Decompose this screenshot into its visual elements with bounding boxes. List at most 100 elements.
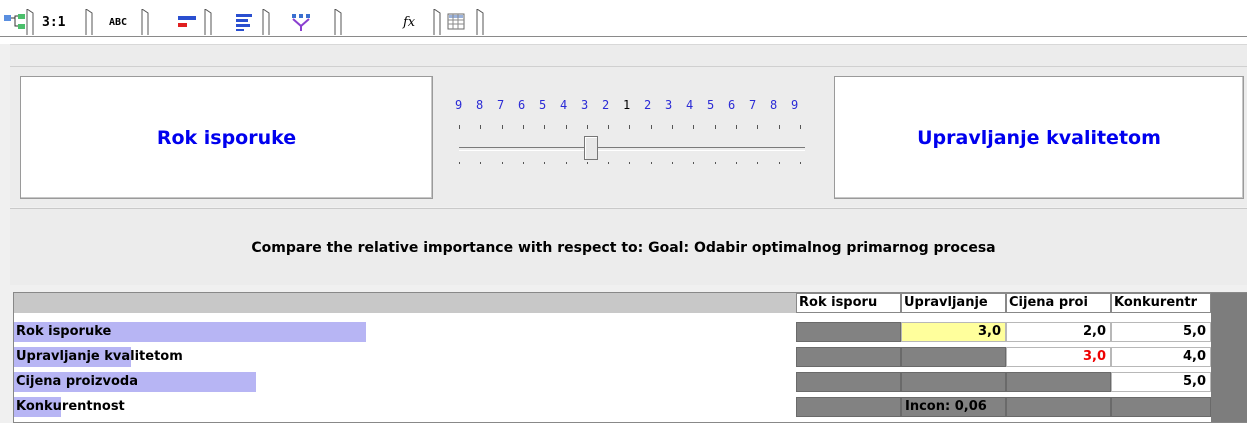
matrix-header-bar: [14, 293, 796, 313]
matrix-cell[interactable]: 5,0: [1111, 372, 1211, 392]
row-label[interactable]: Konkurentnost: [14, 397, 796, 417]
scale-number: 4: [560, 98, 568, 112]
column-header[interactable]: Cijena proi: [1006, 293, 1111, 313]
row-label[interactable]: Upravljanje kvalitetom: [14, 347, 796, 367]
scale-number: 3: [581, 98, 589, 112]
horizontal-bars-icon: [178, 16, 196, 27]
slider-tick: [672, 162, 673, 164]
slider-tick: [629, 125, 631, 129]
slider-tick: [480, 125, 482, 129]
slider-tick: [714, 162, 716, 164]
comparison-matrix: Rok isporu Upravljanje Cijena proi Konku…: [13, 292, 1247, 423]
bar-list-icon: [236, 14, 252, 31]
matrix-cell: [796, 397, 901, 417]
scale-number: 5: [707, 98, 715, 112]
abc-icon: ABC: [109, 16, 128, 28]
matrix-right-filler: [1211, 293, 1247, 422]
tab-grid[interactable]: [446, 9, 484, 35]
left-criterion-label: Rok isporuke: [156, 126, 297, 149]
slider-tick: [586, 125, 588, 129]
slider-tick: [735, 125, 737, 129]
matrix-cell: [1111, 397, 1211, 417]
row-label[interactable]: Rok isporuke: [14, 322, 796, 342]
slider-tick: [544, 125, 546, 129]
slider-tick: [672, 125, 673, 129]
row-label[interactable]: Cijena proizvoda: [14, 372, 796, 392]
scale-number: 9: [791, 98, 799, 112]
slider-tick: [565, 125, 567, 129]
tab-ratio[interactable]: 3:1: [42, 9, 93, 35]
tab-hierarchy[interactable]: [2, 9, 34, 35]
slider-tick: [757, 125, 759, 129]
matrix-cell: [796, 372, 901, 392]
slider-tick: [778, 162, 780, 164]
column-header[interactable]: Upravljanje: [901, 293, 1006, 313]
slider-tick: [799, 125, 801, 129]
slider-tick: [757, 162, 759, 164]
slider-tick: [778, 125, 780, 129]
slider-track[interactable]: [459, 147, 805, 151]
tab-formula[interactable]: fx: [403, 9, 441, 35]
tab-bar-list[interactable]: [234, 9, 270, 35]
slider-thumb[interactable]: [584, 136, 598, 160]
scale-number: 6: [728, 98, 736, 112]
matrix-cell: [901, 347, 1006, 367]
slider-ticks-bottom: [459, 162, 809, 170]
scale-number: 2: [644, 98, 652, 112]
inconsistency-ratio: Incon: 0,06: [901, 397, 1006, 417]
slider-tick: [565, 162, 567, 164]
matrix-cell: [901, 372, 1006, 392]
slider-tick: [522, 162, 524, 164]
matrix-cell-inverted[interactable]: 3,0: [1006, 347, 1111, 367]
slider-ticks-top: [459, 125, 809, 133]
slider-tick: [650, 162, 652, 164]
slider-tick: [544, 162, 546, 164]
matrix-cell: [1006, 397, 1111, 417]
slider-tick: [459, 162, 460, 164]
column-header[interactable]: Konkurentr: [1111, 293, 1211, 313]
compare-instruction: Compare the relative importance with res…: [251, 240, 996, 256]
toolbar-strip: [10, 44, 1247, 67]
scale-number: 8: [770, 98, 778, 112]
matrix-cell-selected[interactable]: 3,0: [901, 322, 1006, 342]
slider-tick: [608, 125, 610, 129]
scale-number: 5: [539, 98, 547, 112]
funnel-icon: [292, 14, 310, 31]
matrix-cell: [1006, 372, 1111, 392]
slider-scale: 9 8 7 6 5 4 3 2 1 2 3 4 5 6 7 8 9: [455, 98, 815, 118]
slider-tick: [799, 162, 801, 164]
grid-icon: [447, 13, 465, 30]
scale-number: 7: [497, 98, 505, 112]
scale-number: 1: [623, 98, 631, 112]
left-criterion-box[interactable]: Rok isporuke: [20, 76, 433, 199]
right-criterion-box[interactable]: Upravljanje kvalitetom: [834, 76, 1244, 199]
slider-tick: [608, 162, 610, 164]
right-criterion-label: Upravljanje kvalitetom: [917, 126, 1161, 149]
matrix-cell[interactable]: 5,0: [1111, 322, 1211, 342]
formula-icon: fx: [403, 14, 416, 30]
matrix-cell: [796, 347, 901, 367]
slider-tick: [501, 162, 503, 164]
slider-tick: [693, 162, 695, 164]
scale-number: 9: [455, 98, 463, 112]
ratio-icon: 3:1: [42, 14, 66, 30]
slider-tick: [735, 162, 737, 164]
tab-abc[interactable]: ABC: [109, 9, 149, 35]
slider-tick: [629, 162, 631, 164]
slider-tick: [522, 125, 524, 129]
column-header[interactable]: Rok isporu: [796, 293, 901, 313]
tab-horizontal-bars[interactable]: [176, 9, 212, 35]
slider-tick: [459, 125, 460, 129]
scale-number: 6: [518, 98, 526, 112]
matrix-cell[interactable]: 4,0: [1111, 347, 1211, 367]
view-tab-strip: 3:1 ABC fx: [0, 0, 1247, 44]
tab-funnel[interactable]: [290, 9, 342, 35]
matrix-cell: [796, 322, 901, 342]
scale-number: 8: [476, 98, 484, 112]
slider-tick: [501, 125, 503, 129]
slider-tick: [480, 162, 482, 164]
scale-number: 3: [665, 98, 673, 112]
slider-tick: [714, 125, 716, 129]
matrix-cell[interactable]: 2,0: [1006, 322, 1111, 342]
scale-number: 4: [686, 98, 694, 112]
